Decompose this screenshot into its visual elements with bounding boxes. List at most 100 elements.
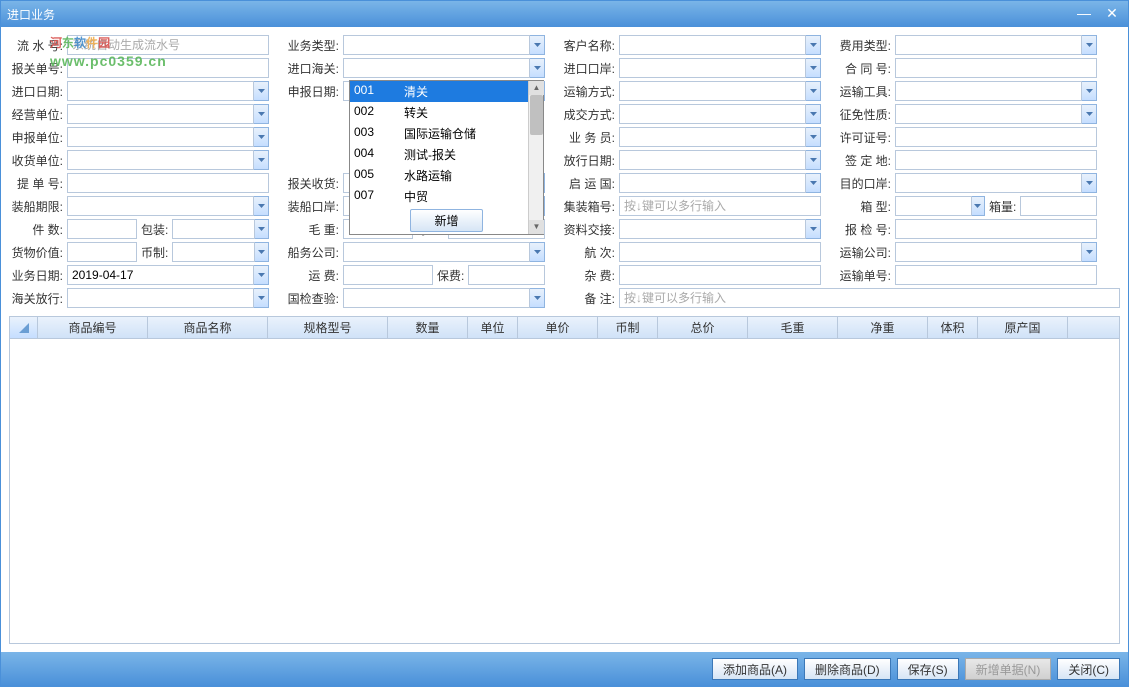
- business-type-input[interactable]: [343, 35, 530, 55]
- grid-header-cell[interactable]: 单位: [468, 317, 518, 338]
- currency-dropdown-button[interactable]: [255, 242, 269, 262]
- currency-input[interactable]: [172, 242, 255, 262]
- customs-release-input[interactable]: [67, 288, 254, 308]
- declare-unit-input[interactable]: [67, 127, 254, 147]
- scroll-thumb[interactable]: [530, 95, 543, 135]
- business-type-dropdown-button[interactable]: [530, 35, 545, 55]
- import-customs-input[interactable]: [343, 58, 530, 78]
- grid-header-cell[interactable]: 体积: [928, 317, 978, 338]
- shipping-co-dropdown-button[interactable]: [530, 242, 545, 262]
- box-type-input[interactable]: [895, 196, 972, 216]
- dropdown-item[interactable]: 004测试-报关: [350, 144, 543, 165]
- permit-no-input[interactable]: [895, 127, 1097, 147]
- scroll-up-icon[interactable]: ▲: [529, 81, 544, 95]
- dest-port-dropdown-button[interactable]: [1082, 173, 1097, 193]
- fee-type-input[interactable]: [895, 35, 1082, 55]
- grid-header-cell[interactable]: 总价: [658, 317, 748, 338]
- deal-mode-input[interactable]: [619, 104, 806, 124]
- customer-name-input[interactable]: [619, 35, 806, 55]
- exempt-nature-input[interactable]: [895, 104, 1082, 124]
- shipping-co-input[interactable]: [343, 242, 530, 262]
- add-product-button[interactable]: 添加商品(A): [712, 658, 798, 680]
- voyage-input[interactable]: [619, 242, 821, 262]
- scroll-down-icon[interactable]: ▼: [529, 220, 544, 234]
- grid-header-cell[interactable]: 净重: [838, 317, 928, 338]
- grid-header-cell[interactable]: 原产国: [978, 317, 1068, 338]
- dropdown-new-button[interactable]: 新增: [410, 209, 483, 232]
- deal-mode-dropdown-button[interactable]: [806, 104, 821, 124]
- dropdown-item[interactable]: 007中贸: [350, 186, 543, 207]
- transport-co-input[interactable]: [895, 242, 1082, 262]
- import-date-dropdown-button[interactable]: [254, 81, 269, 101]
- transport-tool-input[interactable]: [895, 81, 1082, 101]
- ciq-check-input[interactable]: [343, 288, 530, 308]
- goods-value-input[interactable]: [67, 242, 137, 262]
- piece-qty-input[interactable]: [67, 219, 137, 239]
- box-type-dropdown-button[interactable]: [972, 196, 985, 216]
- sign-place-input[interactable]: [895, 150, 1097, 170]
- receive-unit-input[interactable]: [67, 150, 254, 170]
- dropdown-item[interactable]: 005水路运输: [350, 165, 543, 186]
- insurance-input[interactable]: [468, 265, 545, 285]
- import-customs-dropdown-button[interactable]: [530, 58, 545, 78]
- customs-no-input[interactable]: [67, 58, 269, 78]
- grid-header-cell[interactable]: 单价: [518, 317, 598, 338]
- import-port-input[interactable]: [619, 58, 806, 78]
- ciq-check-dropdown-button[interactable]: [530, 288, 545, 308]
- misc-fee-input[interactable]: [619, 265, 821, 285]
- ship-deadline-dropdown-button[interactable]: [254, 196, 269, 216]
- release-date-input[interactable]: [619, 150, 806, 170]
- data-handover-dropdown-button[interactable]: [806, 219, 821, 239]
- grid-header-cell[interactable]: 商品名称: [148, 317, 268, 338]
- import-date-input[interactable]: [67, 81, 254, 101]
- box-qty-input[interactable]: [1020, 196, 1097, 216]
- depart-country-input[interactable]: [619, 173, 806, 193]
- transport-co-dropdown-button[interactable]: [1082, 242, 1097, 262]
- grid-header-cell[interactable]: 商品编号: [38, 317, 148, 338]
- package-dropdown-button[interactable]: [255, 219, 269, 239]
- transport-no-input[interactable]: [895, 265, 1097, 285]
- grid-header-cell[interactable]: 规格型号: [268, 317, 388, 338]
- salesman-input[interactable]: [619, 127, 806, 147]
- grid-header-cell[interactable]: 币制: [598, 317, 658, 338]
- ship-deadline-input[interactable]: [67, 196, 254, 216]
- dest-port-input[interactable]: [895, 173, 1082, 193]
- customer-name-dropdown-button[interactable]: [806, 35, 821, 55]
- inspect-no-input[interactable]: [895, 219, 1097, 239]
- declare-unit-dropdown-button[interactable]: [254, 127, 269, 147]
- grid-header-cell[interactable]: 数量: [388, 317, 468, 338]
- depart-country-dropdown-button[interactable]: [806, 173, 821, 193]
- dropdown-item[interactable]: 002转关: [350, 102, 543, 123]
- minimize-button[interactable]: —: [1074, 6, 1094, 22]
- import-port-dropdown-button[interactable]: [806, 58, 821, 78]
- contract-no-input[interactable]: [895, 58, 1097, 78]
- grid-corner-cell[interactable]: [10, 317, 38, 338]
- delete-product-button[interactable]: 删除商品(D): [804, 658, 891, 680]
- package-input[interactable]: [172, 219, 255, 239]
- business-date-dropdown-button[interactable]: [254, 265, 269, 285]
- salesman-dropdown-button[interactable]: [806, 127, 821, 147]
- new-bill-button[interactable]: 新增单据(N): [965, 658, 1052, 680]
- transport-tool-dropdown-button[interactable]: [1082, 81, 1097, 101]
- serial-no-input[interactable]: [67, 35, 269, 55]
- dropdown-scrollbar[interactable]: ▲ ▼: [528, 81, 543, 234]
- save-button[interactable]: 保存(S): [897, 658, 959, 680]
- receive-unit-dropdown-button[interactable]: [254, 150, 269, 170]
- freight-input[interactable]: [343, 265, 433, 285]
- container-no-input[interactable]: [619, 196, 821, 216]
- data-handover-input[interactable]: [619, 219, 806, 239]
- transport-mode-dropdown-button[interactable]: [806, 81, 821, 101]
- dropdown-item[interactable]: 003国际运输仓储: [350, 123, 543, 144]
- business-date-input[interactable]: [67, 265, 254, 285]
- remark-input[interactable]: [619, 288, 1120, 308]
- close-button[interactable]: ✕: [1102, 6, 1122, 22]
- grid-header-cell[interactable]: 毛重: [748, 317, 838, 338]
- exempt-nature-dropdown-button[interactable]: [1082, 104, 1097, 124]
- release-date-dropdown-button[interactable]: [806, 150, 821, 170]
- business-unit-input[interactable]: [67, 104, 254, 124]
- customs-release-dropdown-button[interactable]: [254, 288, 269, 308]
- dropdown-item[interactable]: 001清关: [350, 81, 543, 102]
- transport-mode-input[interactable]: [619, 81, 806, 101]
- business-unit-dropdown-button[interactable]: [254, 104, 269, 124]
- bill-no-input[interactable]: [67, 173, 269, 193]
